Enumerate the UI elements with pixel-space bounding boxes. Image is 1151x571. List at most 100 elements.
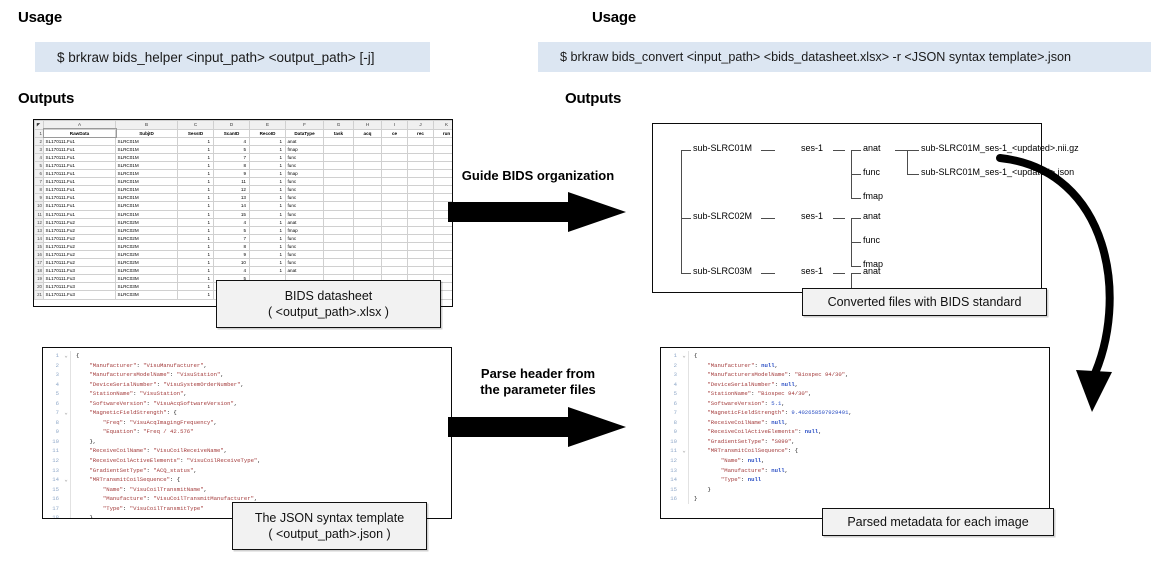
table-cell[interactable]: 5 [213,144,250,154]
table-cell[interactable] [353,217,382,227]
table-cell[interactable] [381,169,408,179]
table-cell[interactable]: SLRC02M [115,241,178,252]
table-cell[interactable]: func [285,241,324,252]
table-cell[interactable] [353,185,382,195]
table-row[interactable]: 3 SL170111.Fu1 SLRC01M 1 5 1 fmap [34,144,452,154]
table-cell[interactable] [407,169,434,179]
table-cell[interactable] [323,225,354,235]
table-cell[interactable]: 1 [177,152,214,162]
table-cell[interactable]: 4 [213,136,250,146]
table-cell[interactable]: SL170111.Fu1 [43,136,116,146]
json-parsed-panel[interactable]: 1 ⌄{2 "Manufacturer": null, 3 "Manufacture… [660,347,1050,519]
table-cell[interactable] [407,217,434,227]
table-cell[interactable]: 1 [249,152,286,162]
field-header-cell[interactable]: SubjID [115,128,178,138]
table-cell[interactable] [381,209,408,219]
tree-folder-3-anat[interactable]: anat [863,266,881,276]
table-row[interactable]: 8 SL170111.Fu1 SLRC01M 1 12 1 func [34,185,452,195]
fold-toggle-icon[interactable] [62,494,70,504]
table-cell[interactable]: 1 [249,177,286,187]
row-number[interactable]: 10 [34,201,44,211]
table-cell[interactable]: SLRC03M [115,290,178,300]
table-cell[interactable] [323,169,354,179]
row-number[interactable]: 4 [34,152,44,162]
table-cell[interactable]: SL170111.Fu3 [43,290,116,300]
column-header-C[interactable]: C [177,120,214,130]
table-cell[interactable] [323,185,354,195]
row-number[interactable]: 13 [34,225,44,235]
table-cell[interactable] [381,144,408,154]
table-row[interactable]: 15 SL170111.Fu2 SLRC02M 1 8 1 func [34,241,452,252]
fold-toggle-icon[interactable] [62,504,70,514]
table-cell[interactable] [407,144,434,154]
fold-toggle-icon[interactable] [62,466,70,476]
table-cell[interactable] [407,241,434,252]
table-cell[interactable] [433,144,452,154]
table-cell[interactable] [433,249,452,260]
table-row[interactable]: 13 SL170111.Fu2 SLRC02M 1 5 1 fmap [34,225,452,235]
column-header-K[interactable]: K [433,120,452,130]
table-cell[interactable]: SL170111.Fu1 [43,160,116,171]
table-cell[interactable]: 1 [177,290,214,300]
table-cell[interactable]: SLRC01M [115,185,178,195]
table-cell[interactable]: func [285,249,324,260]
fold-toggle-icon[interactable] [680,408,688,418]
row-number[interactable]: 19 [34,274,44,284]
fold-toggle-icon[interactable] [680,399,688,409]
fold-toggle-icon[interactable] [680,361,688,371]
json-template-code[interactable]: 1 ⌄{2 "Manufacturer": "VisuManufacturer",… [43,348,451,518]
tree-folder-2-anat[interactable]: anat [863,211,881,221]
table-cell[interactable]: SLRC02M [115,225,178,235]
table-cell[interactable]: SL170111.Fu1 [43,177,116,187]
fold-toggle-icon[interactable] [62,389,70,399]
row-number[interactable]: 7 [34,177,44,187]
table-cell[interactable]: 1 [177,258,214,268]
table-cell[interactable]: 8 [213,241,250,252]
table-cell[interactable] [353,160,382,171]
column-header-D[interactable]: D [213,120,250,130]
field-header-cell[interactable]: task [323,128,354,138]
row-number[interactable]: 1 [34,128,44,138]
table-cell[interactable]: 1 [249,201,286,211]
table-cell[interactable]: 1 [177,217,214,227]
table-cell[interactable] [433,266,452,276]
fold-toggle-icon[interactable] [680,380,688,390]
table-cell[interactable]: SLRC01M [115,136,178,146]
table-cell[interactable]: anat [285,266,324,276]
table-cell[interactable]: SL170111.Fu2 [43,258,116,268]
row-number[interactable]: 2 [34,136,44,146]
table-cell[interactable]: 14 [213,201,250,211]
table-cell[interactable]: 1 [177,177,214,187]
table-cell[interactable]: SL170111.Fu1 [43,201,116,211]
table-cell[interactable]: func [285,160,324,171]
table-cell[interactable] [323,201,354,211]
fold-toggle-icon[interactable] [680,485,688,495]
table-row[interactable]: 16 SL170111.Fu2 SLRC02M 1 9 1 func [34,249,452,260]
table-cell[interactable]: 1 [249,241,286,252]
table-cell[interactable]: 1 [177,160,214,171]
table-cell[interactable] [353,201,382,211]
table-cell[interactable] [323,193,354,203]
table-cell[interactable]: 1 [249,169,286,179]
field-header-cell[interactable]: rec [407,128,434,138]
table-cell[interactable] [353,249,382,260]
table-cell[interactable]: 1 [249,160,286,171]
row-number[interactable]: 8 [34,185,44,195]
column-header-G[interactable]: G [323,120,354,130]
fold-toggle-icon[interactable]: ⌄ [62,351,70,361]
table-cell[interactable]: func [285,185,324,195]
table-cell[interactable] [407,249,434,260]
table-cell[interactable]: 10 [213,258,250,268]
column-header-F[interactable]: F [285,120,324,130]
table-cell[interactable]: SLRC01M [115,160,178,171]
fold-toggle-icon[interactable] [680,437,688,447]
table-cell[interactable]: SL170111.Fu1 [43,152,116,162]
table-cell[interactable]: 1 [249,144,286,154]
table-cell[interactable] [433,136,452,146]
row-number[interactable]: 14 [34,233,44,243]
fold-toggle-icon[interactable] [62,380,70,390]
table-cell[interactable]: SL170111.Fu2 [43,217,116,227]
table-cell[interactable] [323,266,354,276]
table-cell[interactable] [353,177,382,187]
table-cell[interactable] [323,241,354,252]
